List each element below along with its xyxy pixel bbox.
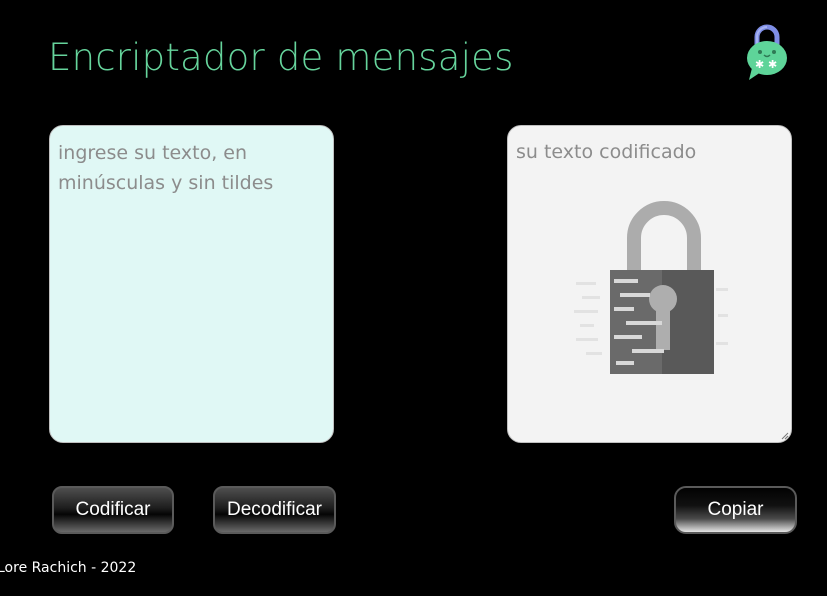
output-panel: su texto codificado: [507, 125, 792, 443]
output-placeholder: su texto codificado: [516, 141, 697, 163]
svg-text:✱: ✱: [768, 58, 777, 71]
resize-grip-icon[interactable]: [781, 432, 789, 440]
svg-text:✱: ✱: [755, 58, 764, 71]
input-panel: [49, 125, 334, 443]
encrypt-button[interactable]: Codificar: [52, 486, 174, 534]
footer-credit: Lore Rachich - 2022: [0, 560, 137, 576]
page-title: Encriptador de mensajes: [48, 36, 514, 79]
message-input[interactable]: [50, 126, 333, 442]
chat-lock-icon: ✱ ✱: [747, 24, 787, 80]
decrypt-button[interactable]: Decodificar: [213, 486, 336, 534]
copy-button[interactable]: Copiar: [674, 486, 797, 534]
padlock-icon: [574, 201, 728, 374]
